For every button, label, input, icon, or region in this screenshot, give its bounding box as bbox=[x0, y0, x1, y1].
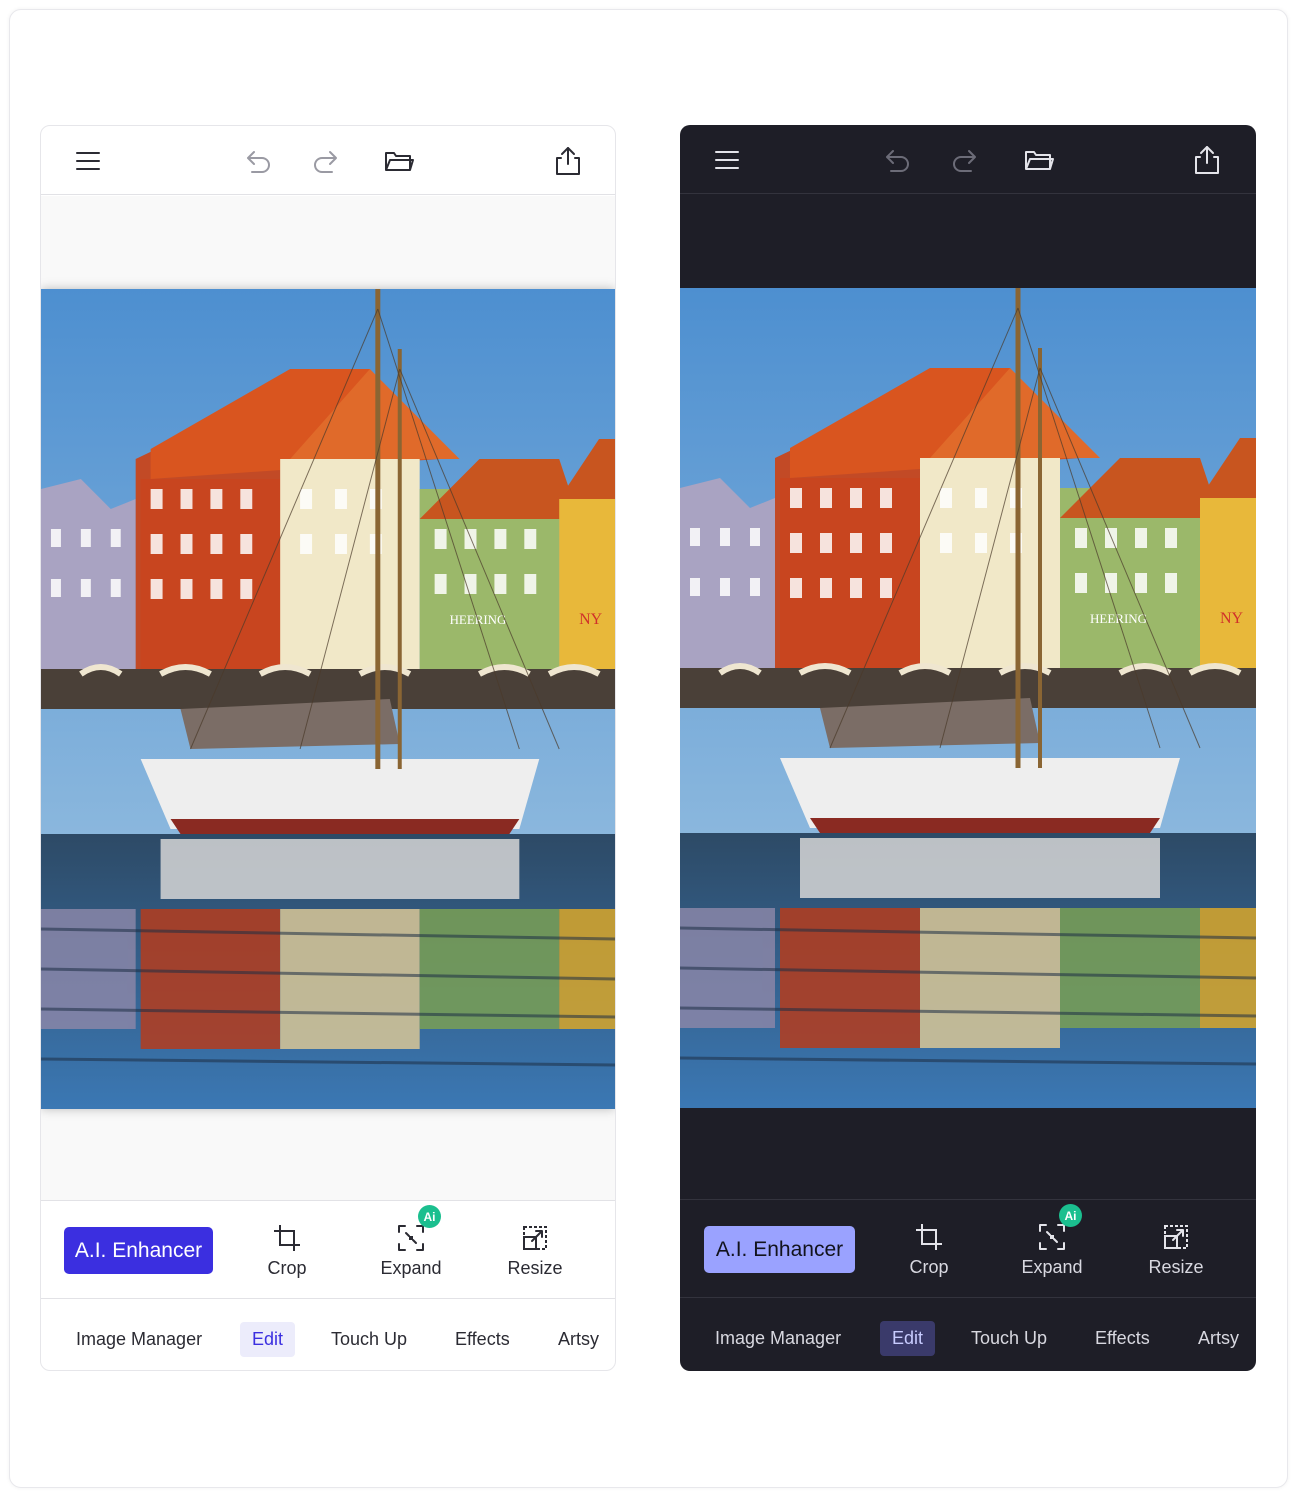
nav-image-manager[interactable]: Image Manager bbox=[64, 1322, 214, 1357]
nav-artsy[interactable]: Artsy bbox=[546, 1322, 611, 1357]
ai-enhancer-button[interactable]: A.I. Enhancer bbox=[64, 1227, 213, 1274]
resize-tool[interactable]: Resize bbox=[1131, 1222, 1221, 1278]
ai-badge: Ai bbox=[1059, 1204, 1082, 1227]
menu-icon[interactable] bbox=[710, 143, 744, 177]
editor-dark: HEERING NY bbox=[680, 125, 1256, 1371]
photo[interactable]: HEERING NY bbox=[680, 288, 1256, 1108]
redo-icon[interactable] bbox=[310, 144, 344, 178]
ai-badge: Ai bbox=[418, 1205, 441, 1228]
nav-effects[interactable]: Effects bbox=[1083, 1321, 1162, 1356]
crop-icon bbox=[272, 1223, 302, 1253]
nav-edit[interactable]: Edit bbox=[880, 1321, 936, 1356]
crop-tool[interactable]: Crop bbox=[242, 1223, 332, 1279]
expand-tool[interactable]: Ai Expand bbox=[366, 1205, 456, 1279]
open-folder-icon[interactable] bbox=[382, 144, 416, 178]
tool-bar: A.I. Enhancer Crop Ai Expand Resize bbox=[41, 1200, 615, 1299]
resize-label: Resize bbox=[1148, 1257, 1204, 1277]
crop-icon bbox=[914, 1222, 944, 1252]
image-canvas: HEERING NY bbox=[680, 195, 1256, 1199]
sign-ny: NY bbox=[1220, 610, 1244, 627]
undo-icon[interactable] bbox=[240, 144, 274, 178]
menu-icon[interactable] bbox=[71, 144, 105, 178]
nav-touch-up[interactable]: Touch Up bbox=[959, 1321, 1059, 1356]
undo-icon[interactable] bbox=[879, 143, 913, 177]
share-icon[interactable] bbox=[551, 144, 585, 178]
expand-tool[interactable]: Ai Expand bbox=[1007, 1204, 1097, 1278]
tool-bar: A.I. Enhancer Crop Ai Expand Resize bbox=[680, 1199, 1256, 1298]
resize-label: Resize bbox=[507, 1258, 563, 1278]
expand-icon: Ai bbox=[1037, 1204, 1082, 1252]
expand-label: Expand bbox=[1021, 1257, 1083, 1277]
nav-artsy[interactable]: Artsy bbox=[1186, 1321, 1251, 1356]
redo-icon[interactable] bbox=[949, 143, 983, 177]
share-icon[interactable] bbox=[1190, 143, 1224, 177]
crop-label: Crop bbox=[909, 1257, 949, 1277]
nav-image-manager[interactable]: Image Manager bbox=[703, 1321, 853, 1356]
crop-tool[interactable]: Crop bbox=[884, 1222, 974, 1278]
image-canvas: HEERING NY bbox=[41, 196, 615, 1200]
expand-icon: Ai bbox=[396, 1205, 441, 1253]
ai-enhancer-button[interactable]: A.I. Enhancer bbox=[704, 1226, 855, 1273]
photo[interactable]: HEERING NY bbox=[41, 289, 615, 1109]
nav-touch-up[interactable]: Touch Up bbox=[319, 1322, 419, 1357]
nav-effects[interactable]: Effects bbox=[443, 1322, 522, 1357]
open-folder-icon[interactable] bbox=[1022, 143, 1056, 177]
top-toolbar bbox=[680, 125, 1256, 194]
expand-label: Expand bbox=[380, 1258, 442, 1278]
nav-edit[interactable]: Edit bbox=[240, 1322, 296, 1357]
bottom-nav: Image Manager Edit Touch Up Effects Arts… bbox=[41, 1300, 615, 1370]
sign-ny: NY bbox=[579, 611, 602, 628]
editor-light: HEERING NY bbox=[40, 125, 616, 1371]
resize-tool[interactable]: Resize bbox=[490, 1223, 580, 1279]
crop-label: Crop bbox=[267, 1258, 307, 1278]
bottom-nav: Image Manager Edit Touch Up Effects Arts… bbox=[680, 1299, 1256, 1371]
top-toolbar bbox=[41, 126, 615, 195]
resize-icon bbox=[1161, 1222, 1191, 1252]
resize-icon bbox=[520, 1223, 550, 1253]
